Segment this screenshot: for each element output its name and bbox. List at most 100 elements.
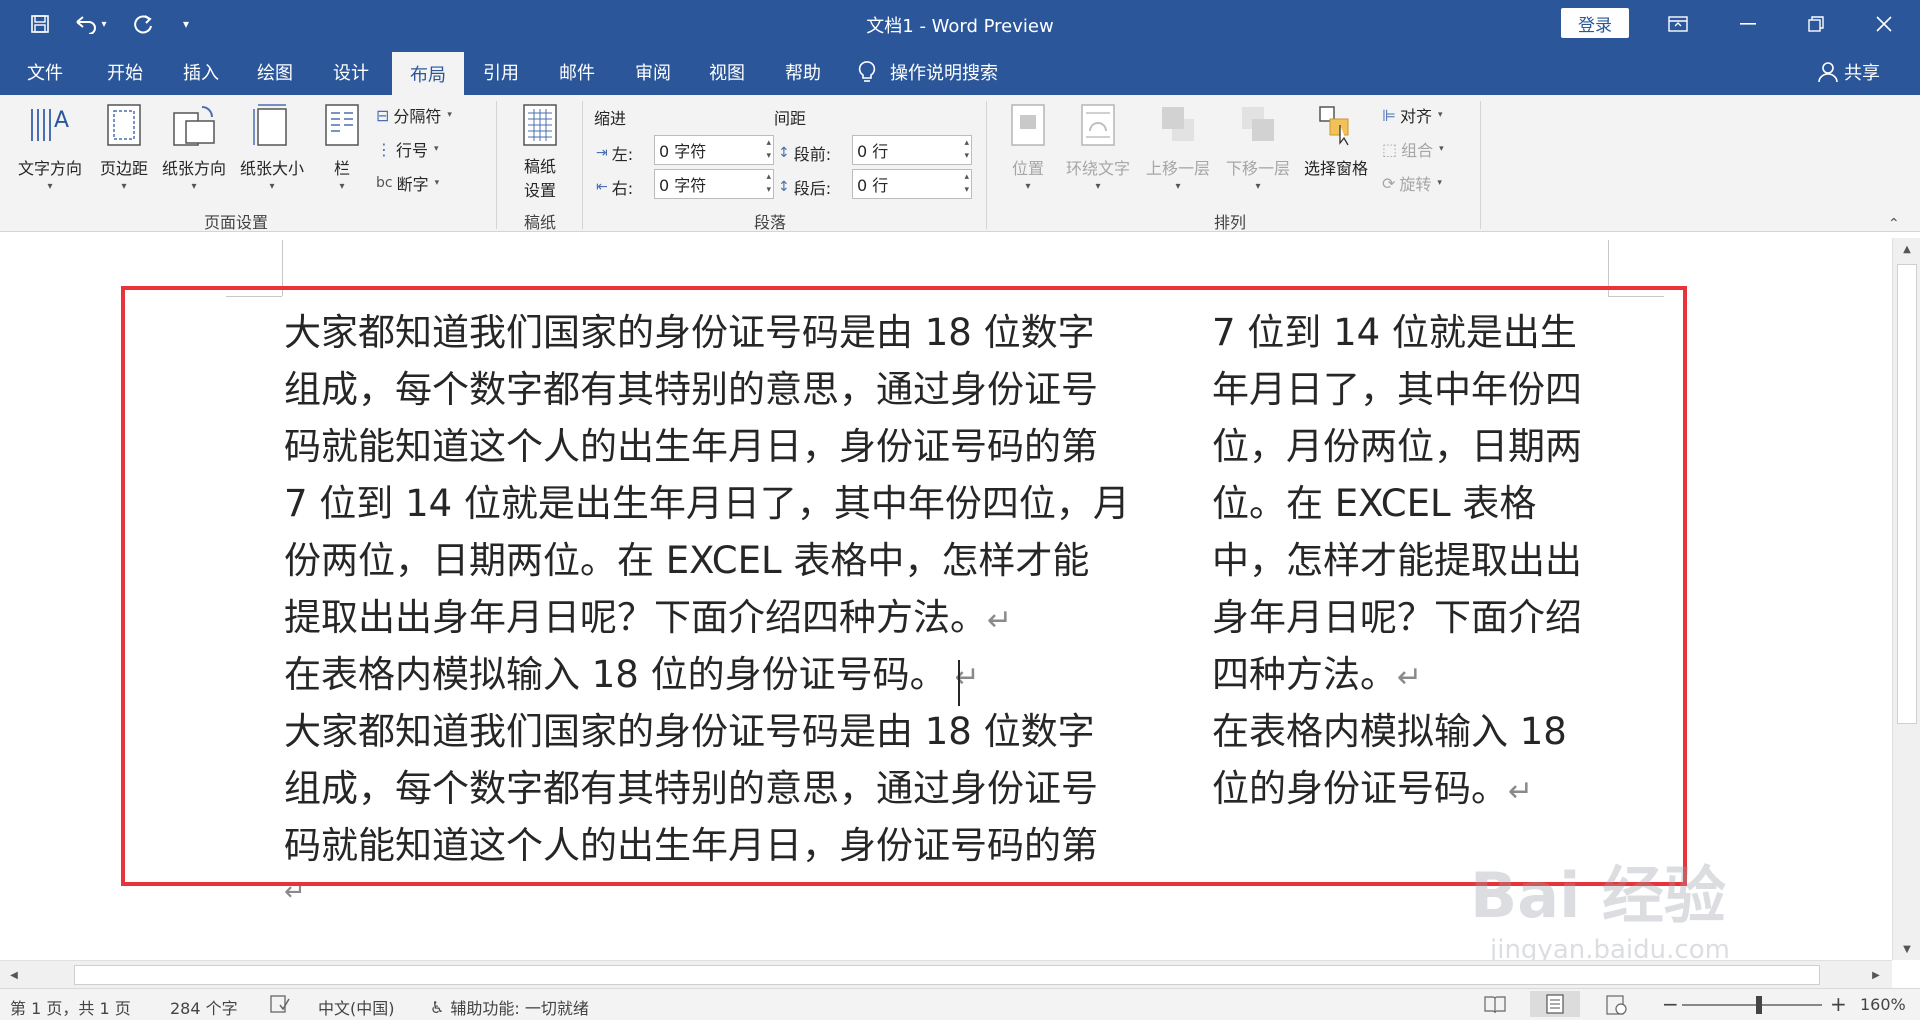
line-numbers-label: 行号 bbox=[396, 141, 429, 160]
breaks-icon: ⊟ bbox=[376, 105, 390, 125]
manuscript-label-line1: 稿纸 bbox=[523, 157, 556, 176]
chevron-down-icon: ▾ bbox=[434, 178, 440, 188]
restore-icon[interactable] bbox=[1788, 0, 1844, 48]
horizontal-scrollbar[interactable]: ◀ ▶ bbox=[0, 960, 1892, 988]
tab-draw[interactable]: 绘图 bbox=[244, 48, 306, 95]
vertical-scrollbar[interactable]: ▲ ▼ bbox=[1892, 238, 1920, 960]
paragraph-group-label: 段落 bbox=[753, 213, 786, 232]
scroll-down-icon[interactable]: ▼ bbox=[1893, 938, 1920, 960]
vertical-scroll-thumb[interactable] bbox=[1897, 264, 1917, 724]
share-button[interactable]: 共享 bbox=[1818, 48, 1880, 95]
login-button[interactable]: 登录 bbox=[1561, 8, 1629, 38]
spinner-arrows-icon[interactable]: ▴ ▾ bbox=[964, 171, 969, 197]
ribbon-display-options-icon[interactable] bbox=[1650, 0, 1706, 48]
scroll-left-icon[interactable]: ◀ bbox=[2, 961, 26, 989]
tab-review[interactable]: 审阅 bbox=[622, 48, 684, 95]
spinner-arrows-icon[interactable]: ▴ ▾ bbox=[964, 137, 969, 163]
bring-forward-button[interactable]: 上移一层 ▾ bbox=[1140, 101, 1216, 192]
tab-view[interactable]: 视图 bbox=[696, 48, 758, 95]
tab-references[interactable]: 引用 bbox=[470, 48, 532, 95]
hyphenation-label: 断字 bbox=[396, 175, 429, 194]
scroll-up-icon[interactable]: ▲ bbox=[1893, 238, 1920, 260]
spacing-after-icon: ↕ bbox=[778, 179, 790, 195]
align-label: 对齐 bbox=[1399, 107, 1432, 126]
wrap-text-icon bbox=[1076, 101, 1120, 149]
chevron-down-icon: ▾ bbox=[447, 110, 452, 120]
collapse-ribbon-icon[interactable]: ⌃ bbox=[1888, 216, 1900, 232]
tab-mailings[interactable]: 邮件 bbox=[546, 48, 608, 95]
zoom-level[interactable]: 160% bbox=[1860, 995, 1906, 1014]
tab-home[interactable]: 开始 bbox=[94, 48, 156, 95]
tab-layout[interactable]: 布局 bbox=[392, 52, 464, 95]
indent-left-label: ⇥ 左: bbox=[596, 145, 634, 164]
close-icon[interactable] bbox=[1856, 0, 1912, 48]
chevron-down-icon: ▾ bbox=[1175, 181, 1181, 192]
text-direction-label: 文字方向 bbox=[17, 159, 82, 178]
chevron-down-icon: ▾ bbox=[1437, 178, 1442, 188]
group-separator bbox=[582, 101, 583, 229]
print-layout-icon[interactable] bbox=[1530, 991, 1580, 1017]
search-label: 操作说明搜索 bbox=[890, 62, 998, 84]
columns-button[interactable]: 栏 ▾ bbox=[318, 101, 366, 192]
zoom-in-button[interactable]: + bbox=[1830, 992, 1847, 1016]
scroll-right-icon[interactable]: ▶ bbox=[1864, 961, 1888, 989]
ribbon-tabs: 文件 开始 插入 绘图 设计 布局 引用 邮件 审阅 视图 帮助 操作说明搜索 … bbox=[0, 48, 1920, 95]
indent-right-input[interactable]: 0 字符 ▴ ▾ bbox=[654, 169, 774, 199]
breaks-button[interactable]: ⊟ 分隔符 ▾ bbox=[376, 103, 452, 127]
group-label: 组合 bbox=[1401, 141, 1434, 160]
spacing-before-label: ↕ 段前: bbox=[778, 145, 832, 164]
tell-me-search[interactable]: 操作说明搜索 bbox=[858, 48, 998, 95]
web-layout-icon[interactable] bbox=[1606, 995, 1628, 1015]
lightbulb-icon bbox=[858, 60, 876, 82]
person-icon bbox=[1818, 61, 1838, 82]
language-status[interactable]: 中文(中国) bbox=[318, 995, 395, 1019]
watermark-text: Bai 经验 bbox=[1470, 859, 1726, 932]
send-backward-icon bbox=[1236, 101, 1280, 149]
proofing-icon[interactable] bbox=[270, 995, 290, 1013]
indent-left-input[interactable]: 0 字符 ▴ ▾ bbox=[654, 135, 774, 165]
read-mode-icon[interactable] bbox=[1484, 995, 1506, 1013]
tab-file[interactable]: 文件 bbox=[14, 48, 76, 95]
spacing-after-input[interactable]: 0 行 ▴ ▾ bbox=[852, 169, 972, 199]
manuscript-settings-button[interactable]: 稿纸 设置 bbox=[510, 101, 570, 201]
spinner-arrows-icon[interactable]: ▴ ▾ bbox=[766, 137, 771, 163]
manuscript-label-line2: 设置 bbox=[523, 181, 556, 200]
spacing-after-label: ↕ 段后: bbox=[778, 179, 832, 198]
rotate-button[interactable]: ⟳ 旋转 ▾ bbox=[1382, 171, 1442, 195]
indent-left-icon: ⇥ bbox=[596, 145, 608, 161]
word-count-status[interactable]: 284 个字 bbox=[170, 995, 238, 1019]
wrap-text-button[interactable]: 环绕文字 ▾ bbox=[1060, 101, 1136, 192]
margins-label: 页边距 bbox=[99, 159, 148, 178]
minimize-icon[interactable] bbox=[1720, 0, 1776, 48]
spacing-before-input[interactable]: 0 行 ▴ ▾ bbox=[852, 135, 972, 165]
tab-design[interactable]: 设计 bbox=[320, 48, 382, 95]
text-direction-button[interactable]: A 文字方向 ▾ bbox=[12, 101, 88, 192]
chevron-down-icon: ▾ bbox=[47, 181, 53, 192]
position-button[interactable]: 位置 ▾ bbox=[1000, 101, 1056, 192]
text-direction-icon: A bbox=[28, 101, 72, 149]
line-numbers-button[interactable]: ⋮ 行号 ▾ bbox=[376, 137, 439, 161]
send-backward-button[interactable]: 下移一层 ▾ bbox=[1220, 101, 1296, 192]
orientation-button[interactable]: 纸张方向 ▾ bbox=[158, 101, 230, 192]
margins-button[interactable]: 页边距 ▾ bbox=[94, 101, 154, 192]
accessibility-status[interactable]: ♿ 辅助功能: 一切就绪 bbox=[430, 995, 589, 1019]
bring-forward-label: 上移一层 bbox=[1145, 159, 1210, 178]
group-button[interactable]: ⬚ 组合 ▾ bbox=[1382, 137, 1444, 161]
align-button[interactable]: ⊫ 对齐 ▾ bbox=[1382, 103, 1442, 127]
columns-icon bbox=[320, 101, 364, 149]
tab-insert[interactable]: 插入 bbox=[170, 48, 232, 95]
hyphenation-button[interactable]: bc 断字 ▾ bbox=[376, 171, 439, 195]
selection-pane-button[interactable]: 选择窗格 bbox=[1298, 101, 1374, 179]
size-button[interactable]: 纸张大小 ▾ bbox=[236, 101, 308, 192]
tab-help[interactable]: 帮助 bbox=[772, 48, 834, 95]
zoom-slider-thumb[interactable] bbox=[1756, 996, 1762, 1014]
zoom-out-button[interactable]: − bbox=[1662, 992, 1679, 1016]
page-count-status[interactable]: 第 1 页，共 1 页 bbox=[10, 995, 131, 1019]
selection-pane-label: 选择窗格 bbox=[1303, 159, 1368, 178]
position-label: 位置 bbox=[1011, 159, 1044, 178]
horizontal-scroll-thumb[interactable] bbox=[74, 965, 1820, 985]
chevron-down-icon: ▾ bbox=[1095, 181, 1101, 192]
size-icon bbox=[250, 101, 294, 149]
spinner-arrows-icon[interactable]: ▴ ▾ bbox=[766, 171, 771, 197]
zoom-slider-track[interactable] bbox=[1682, 1004, 1822, 1006]
